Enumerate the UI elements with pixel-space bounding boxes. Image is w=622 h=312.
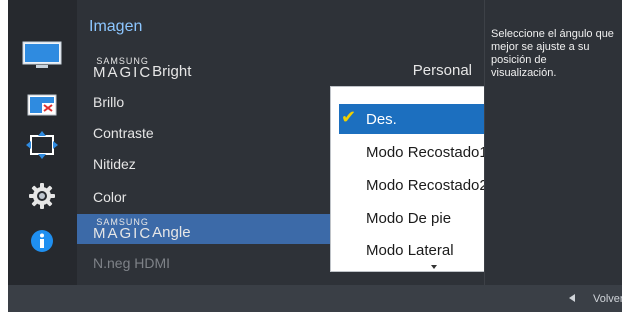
settings-gear-icon[interactable]: [18, 179, 66, 213]
scroll-down-icon[interactable]: [431, 265, 437, 269]
category-sidebar: [8, 0, 77, 285]
footer-bar: Volver: [8, 285, 622, 312]
magic-angle-label: SAMSUNG MAGIC Angle: [93, 217, 191, 242]
menu-item-magic-bright[interactable]: SAMSUNG MAGIC Bright Personal: [77, 53, 484, 83]
picture-menu: Imagen SAMSUNG MAGIC Bright Personal Brill…: [77, 0, 540, 285]
info-icon[interactable]: [18, 224, 66, 258]
help-text: Seleccione el ángulo que mejor se ajuste…: [491, 28, 614, 79]
help-panel: Seleccione el ángulo que mejor se ajuste…: [484, 0, 622, 285]
monitor-picture-icon[interactable]: [18, 38, 66, 72]
magic-bright-value: Personal: [412, 62, 472, 79]
osd-menu: Imagen SAMSUNG MAGIC Bright Personal Brill…: [8, 0, 622, 312]
back-label[interactable]: Volver: [593, 293, 622, 305]
position-icon[interactable]: [18, 128, 66, 162]
menu-title: Imagen: [89, 18, 143, 35]
magic-bright-label: SAMSUNG MAGIC Bright: [93, 56, 192, 81]
back-arrow-icon[interactable]: [569, 294, 575, 302]
screen-size-icon[interactable]: [18, 88, 66, 122]
check-icon: ✔: [341, 107, 357, 127]
